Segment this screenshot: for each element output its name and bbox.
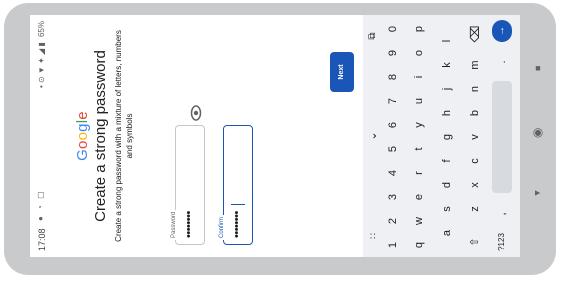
key-f[interactable]: f [437,152,457,170]
logo-letter: g [74,123,91,132]
apps-icon[interactable]: ∷ [363,227,383,245]
shift-key[interactable]: ⇧ [465,233,485,251]
key-p[interactable]: p [409,20,429,38]
status-time: 17:08 [37,228,47,251]
phone-screen: 17:08 ● ◔ ▢ • ⊙ ▼ ✦ ◢ ▮ 65% Google Creat… [30,15,520,257]
key-1[interactable]: 1 [383,236,403,254]
status-bar: 17:08 ● ◔ ▢ • ⊙ ▼ ✦ ◢ ▮ 65% [30,15,56,257]
key-5[interactable]: 5 [383,140,403,158]
back-button[interactable]: ▲ [533,175,543,211]
keyboard-row-1: qwertyuiop [409,15,429,257]
keyboard-row-2: asdfghjkl [437,15,457,257]
confirm-label: Confirm [219,214,225,240]
page-subtitle: Create a strong password with a mixture … [114,30,134,242]
battery-level: 65% [37,21,46,38]
password-field[interactable]: Password •••••••• [171,125,205,245]
key-t[interactable]: t [409,140,429,158]
clipboard-icon[interactable]: ⧉ [363,27,383,45]
keyboard-toolbar: ∷ ⌄ ⧉ [363,15,383,257]
key-u[interactable]: u [409,92,429,110]
enter-key[interactable]: → [492,20,512,42]
signal-icons: • ⊙ ▼ ✦ ◢ ▮ [37,42,46,89]
next-button[interactable]: Next [330,52,354,92]
key-4[interactable]: 4 [383,164,403,182]
key-q[interactable]: q [409,236,429,254]
key-n[interactable]: n [465,80,485,98]
chevron-down-icon[interactable]: ⌄ [363,127,383,145]
logo-letter: o [74,140,91,149]
page-title: Create a strong password [92,50,109,222]
symbols-key[interactable]: ?123 [492,229,512,255]
logo-letter: G [74,148,91,161]
key-z[interactable]: z [465,200,485,218]
key-6[interactable]: 6 [383,116,403,134]
logo-letter: l [74,119,91,124]
comma-key[interactable]: , [492,205,512,223]
logo-letter: e [74,111,91,120]
key-0[interactable]: 0 [383,20,403,38]
key-3[interactable]: 3 [383,188,403,206]
key-v[interactable]: v [465,128,485,146]
eye-icon[interactable] [188,105,204,121]
keyboard-row-3: ⇧ ⌫ zxcvbnm [465,15,485,257]
key-c[interactable]: c [465,152,485,170]
logo-letter: o [74,131,91,141]
password-value: •••••••• [183,211,195,238]
key-k[interactable]: k [437,56,457,74]
text-cursor [231,204,245,205]
system-nav-bar: ■ ◉ ▲ [520,15,556,257]
key-y[interactable]: y [409,116,429,134]
key-s[interactable]: s [437,200,457,218]
onscreen-keyboard: ∷ ⌄ ⧉ 1 2 3 4 5 6 7 8 9 0 qwertyuiop asdfghjkl ⇧ … [363,15,520,257]
rotated-content: 17:08 ● ◔ ▢ • ⊙ ▼ ✦ ◢ ▮ 65% Google Creat… [30,15,520,257]
key-g[interactable]: g [437,128,457,146]
key-e[interactable]: e [409,188,429,206]
keyboard-row-numbers: 1 2 3 4 5 6 7 8 9 0 [383,15,403,257]
key-o[interactable]: o [409,44,429,62]
confirm-value: •••••••• [231,211,243,238]
key-r[interactable]: r [409,164,429,182]
notification-icons: ● ◔ ▢ [36,189,45,221]
status-right: • ⊙ ▼ ✦ ◢ ▮ 65% [37,21,46,91]
key-8[interactable]: 8 [383,68,403,86]
key-h[interactable]: h [437,104,457,122]
key-9[interactable]: 9 [383,44,403,62]
period-key[interactable]: . [492,53,512,71]
key-7[interactable]: 7 [383,92,403,110]
key-w[interactable]: w [409,212,429,230]
space-key[interactable] [492,81,512,193]
key-j[interactable]: j [437,80,457,98]
backspace-key[interactable]: ⌫ [465,25,485,43]
key-m[interactable]: m [465,56,485,74]
key-d[interactable]: d [437,176,457,194]
key-i[interactable]: i [409,68,429,86]
key-2[interactable]: 2 [383,212,403,230]
confirm-password-field[interactable]: Confirm •••••••• [219,125,253,245]
password-label: Password [171,209,177,240]
home-button[interactable]: ◉ [520,125,556,139]
key-x[interactable]: x [465,176,485,194]
key-a[interactable]: a [437,224,457,242]
key-l[interactable]: l [437,32,457,50]
recents-button[interactable]: ■ [520,63,556,73]
google-logo: Google [74,15,91,257]
key-b[interactable]: b [465,104,485,122]
